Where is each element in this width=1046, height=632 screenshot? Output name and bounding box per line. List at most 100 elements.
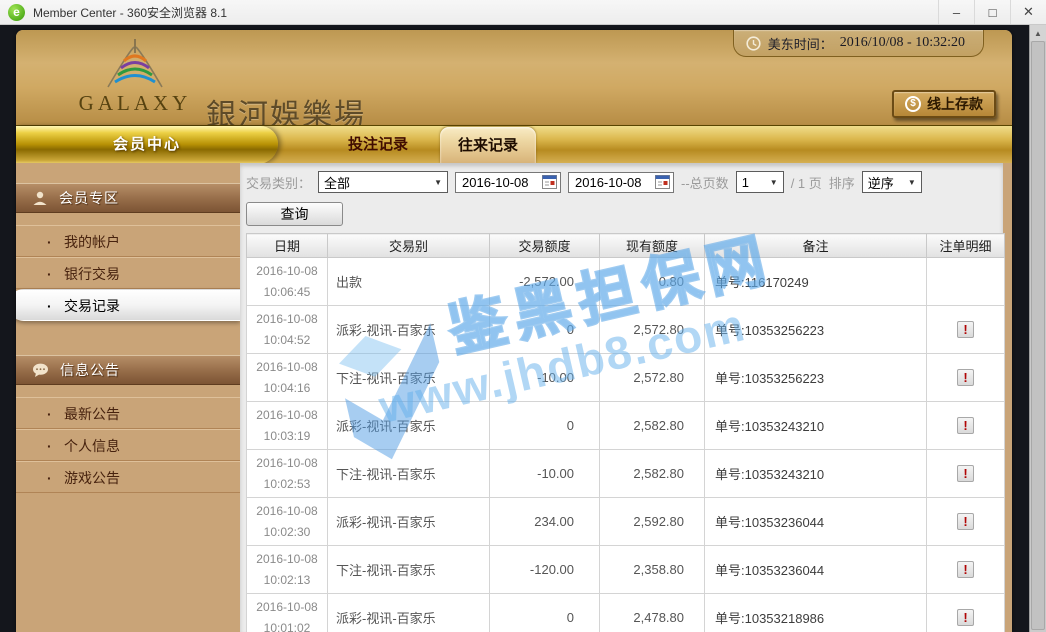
cell-amount: 0: [490, 402, 600, 450]
cell-note: 单号:10353218986: [705, 594, 927, 632]
minimize-button[interactable]: –: [938, 0, 974, 24]
cell-date: 2016-10-08 10:02:13: [247, 546, 328, 594]
sort-value: 逆序: [868, 173, 894, 192]
chevron-down-icon: ▼: [434, 178, 442, 187]
date-to-input[interactable]: 2016-10-08: [568, 172, 674, 193]
sidebar-item-latest-announcements[interactable]: · 最新公告: [16, 397, 240, 429]
detail-alert-icon[interactable]: !: [957, 369, 974, 386]
sidebar-item-label: 最新公告: [64, 406, 120, 422]
page-select[interactable]: 1 ▼: [736, 171, 784, 193]
scrollbar-up-icon[interactable]: ▲: [1030, 25, 1046, 41]
cell-note: 单号:10353243210: [705, 402, 927, 450]
cell-time-value: 10:04:52: [247, 330, 327, 350]
cell-date-value: 2016-10-08: [247, 405, 327, 425]
sidebar-item-label: 交易记录: [64, 298, 120, 314]
bullet-icon: ·: [47, 226, 52, 258]
cell-note: 单号:10353236044: [705, 546, 927, 594]
sidebar-item-transaction-records[interactable]: · 交易记录: [16, 289, 240, 321]
scrollbar-thumb[interactable]: [1031, 41, 1045, 630]
detail-alert-icon[interactable]: !: [957, 465, 974, 482]
sidebar-item-bank-transactions[interactable]: · 银行交易: [16, 257, 240, 289]
cell-type: 下注-视讯-百家乐: [328, 354, 490, 402]
transaction-type-select[interactable]: 全部 ▼: [318, 171, 448, 193]
sidebar: 会员专区 · 我的帐户 · 银行交易 · 交易记录 信息: [16, 163, 240, 632]
col-note: 备注: [705, 234, 927, 258]
chat-bubble-icon: [32, 363, 49, 378]
page-value: 1: [742, 175, 749, 190]
detail-alert-icon[interactable]: !: [957, 609, 974, 626]
cell-amount: -2,572.00: [490, 258, 600, 306]
cell-amount: 234.00: [490, 498, 600, 546]
close-button[interactable]: ✕: [1010, 0, 1046, 24]
window-controls: – □ ✕: [938, 0, 1046, 24]
cell-date-value: 2016-10-08: [247, 357, 327, 377]
cell-balance: 2,572.80: [600, 306, 705, 354]
app-body: 会员专区 · 我的帐户 · 银行交易 · 交易记录 信息: [16, 163, 1012, 632]
table-row: 2016-10-08 10:03:19 派彩-视讯-百家乐 0 2,582.80…: [247, 402, 1005, 450]
cell-date: 2016-10-08 10:04:16: [247, 354, 328, 402]
member-center-banner: 会员中心: [16, 126, 278, 164]
sidebar-item-game-announcements[interactable]: · 游戏公告: [16, 461, 240, 493]
cell-amount: 0: [490, 306, 600, 354]
table-row: 2016-10-08 10:06:45 出款 -2,572.00 0.80 单号…: [247, 258, 1005, 306]
bullet-icon: ·: [47, 462, 52, 494]
sort-select[interactable]: 逆序 ▼: [862, 171, 922, 193]
browser-titlebar: e Member Center - 360安全浏览器 8.1 – □ ✕: [0, 0, 1046, 25]
cell-date: 2016-10-08 10:02:30: [247, 498, 328, 546]
browser-360-icon: e: [8, 4, 25, 21]
cell-time-value: 10:02:53: [247, 474, 327, 494]
date-from-input[interactable]: 2016-10-08: [455, 172, 561, 193]
cell-balance: 0.80: [600, 258, 705, 306]
cell-balance: 2,592.80: [600, 498, 705, 546]
detail-alert-icon[interactable]: !: [957, 561, 974, 578]
cell-time-value: 10:02:13: [247, 570, 327, 590]
cell-time-value: 10:02:30: [247, 522, 327, 542]
sidebar-section-title: 信息公告: [60, 360, 120, 380]
nav-bar: 会员中心 投注记录 往来记录: [16, 125, 1012, 163]
sidebar-item-personal-messages[interactable]: · 个人信息: [16, 429, 240, 461]
cell-type: 派彩-视讯-百家乐: [328, 402, 490, 450]
detail-alert-icon[interactable]: !: [957, 513, 974, 530]
bullet-icon: ·: [47, 398, 52, 430]
cell-date: 2016-10-08 10:03:19: [247, 402, 328, 450]
page-scrollbar[interactable]: ▲: [1029, 25, 1046, 632]
col-date: 日期: [247, 234, 328, 258]
cell-detail: [927, 258, 1005, 306]
pages-suffix-label: / 1 页: [791, 173, 822, 192]
bullet-icon: ·: [47, 290, 52, 322]
transactions-tbody: 2016-10-08 10:06:45 出款 -2,572.00 0.80 单号…: [247, 258, 1005, 632]
sidebar-section-member: 会员专区: [16, 183, 240, 213]
query-row: 查询: [246, 202, 1003, 226]
table-header-row: 日期 交易别 交易额度 现有额度 备注 注单明细: [247, 234, 1005, 258]
calendar-icon[interactable]: [542, 175, 557, 189]
tab-transaction-records[interactable]: 往来记录: [440, 127, 536, 164]
tab-bet-records[interactable]: 投注记录: [326, 126, 430, 164]
table-row: 2016-10-08 10:02:13 下注-视讯-百家乐 -120.00 2,…: [247, 546, 1005, 594]
cell-type: 派彩-视讯-百家乐: [328, 498, 490, 546]
cell-amount: -10.00: [490, 354, 600, 402]
cell-date-value: 2016-10-08: [247, 501, 327, 521]
cell-note: 单号:10353256223: [705, 354, 927, 402]
sidebar-item-label: 我的帐户: [64, 234, 120, 250]
cell-detail: !: [927, 498, 1005, 546]
cell-date-value: 2016-10-08: [247, 549, 327, 569]
cell-type: 派彩-视讯-百家乐: [328, 594, 490, 632]
brand-en-text: GALAXY: [72, 91, 198, 116]
cell-balance: 2,582.80: [600, 450, 705, 498]
bullet-icon: ·: [47, 430, 52, 462]
chevron-down-icon: ▼: [908, 178, 916, 187]
query-button[interactable]: 查询: [246, 202, 343, 226]
dollar-icon: $: [905, 96, 921, 112]
cell-amount: -10.00: [490, 450, 600, 498]
calendar-icon[interactable]: [655, 175, 670, 189]
detail-alert-icon[interactable]: !: [957, 417, 974, 434]
cell-note: 单号:10353243210: [705, 450, 927, 498]
maximize-button[interactable]: □: [974, 0, 1010, 24]
window-title: Member Center - 360安全浏览器 8.1: [33, 4, 227, 21]
detail-alert-icon[interactable]: !: [957, 321, 974, 338]
sort-label: 排序: [829, 173, 855, 192]
chevron-down-icon: ▼: [770, 178, 778, 187]
online-deposit-button[interactable]: $ 线上存款: [892, 90, 996, 118]
sidebar-item-my-account[interactable]: · 我的帐户: [16, 225, 240, 257]
cell-detail: !: [927, 450, 1005, 498]
